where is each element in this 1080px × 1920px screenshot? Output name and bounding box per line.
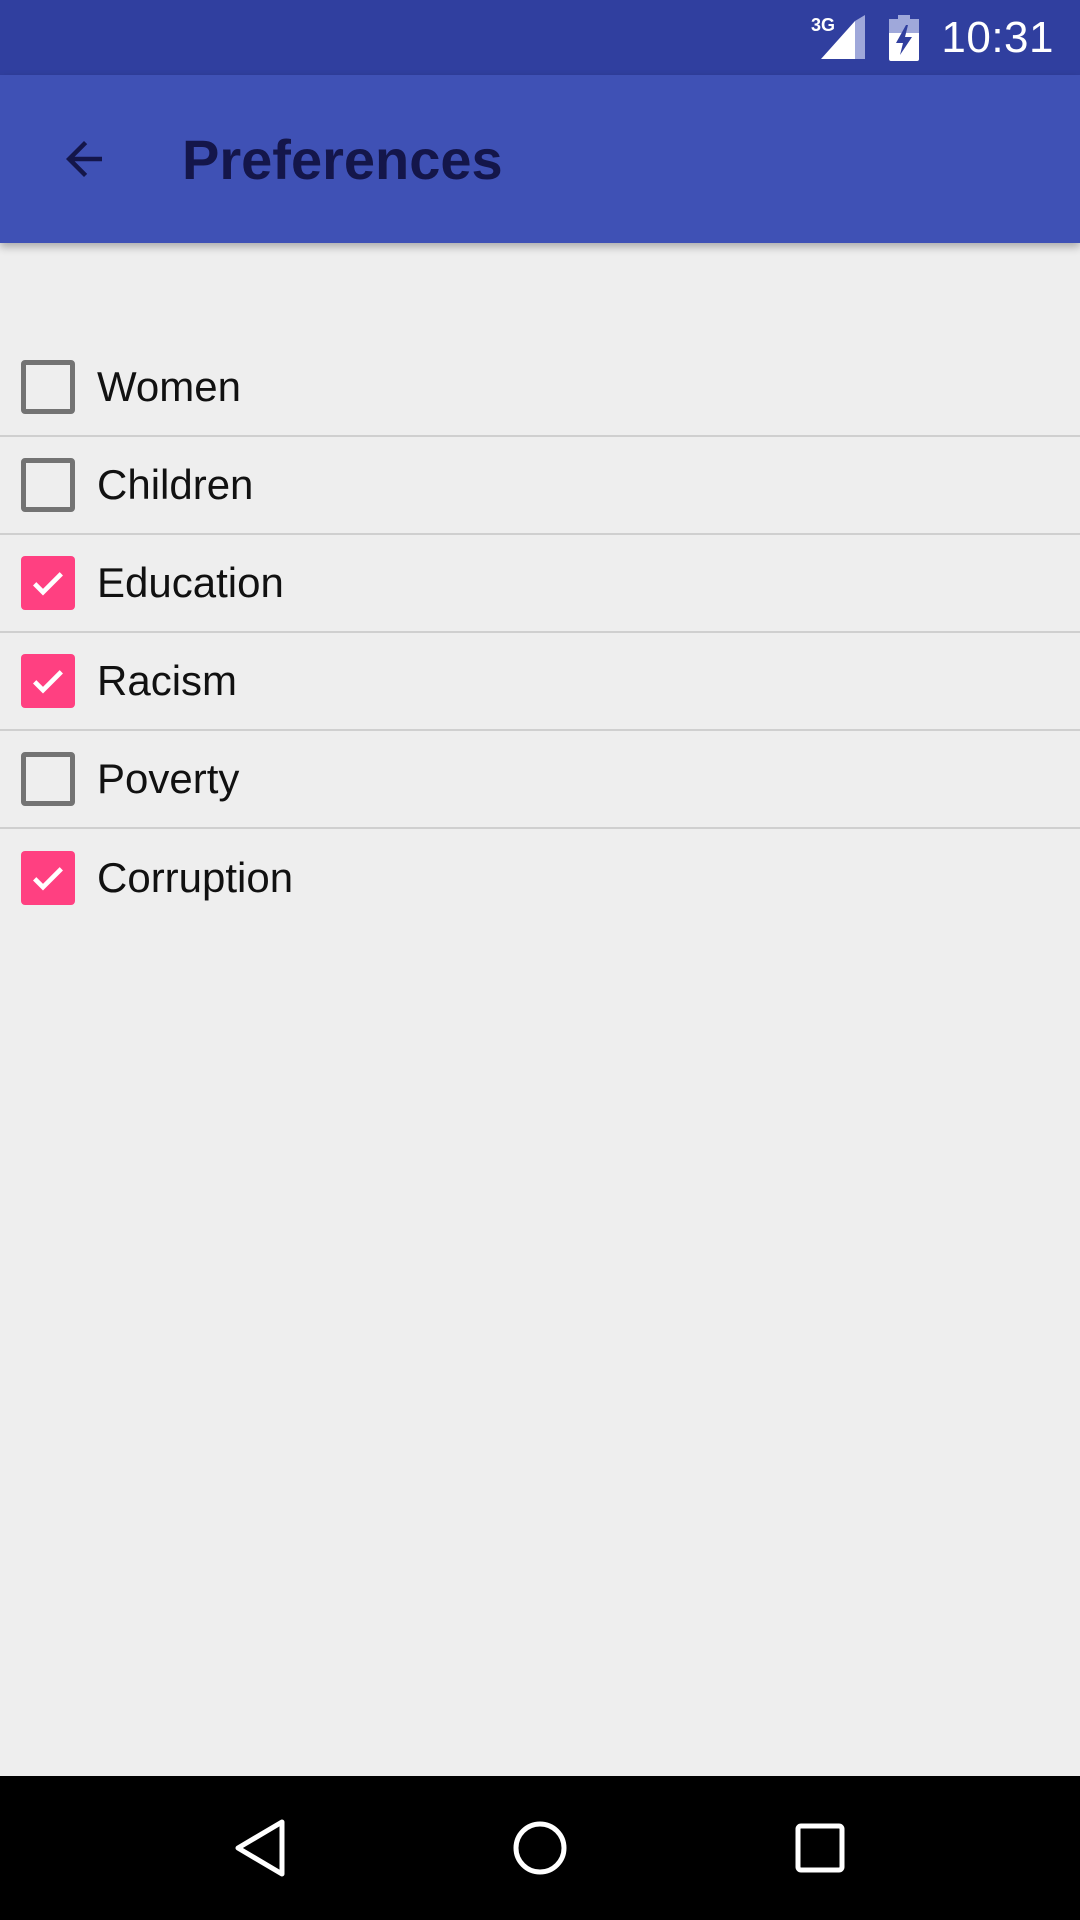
page-title: Preferences [182,127,503,191]
checkmark-icon [33,572,63,596]
nav-recents-button[interactable] [760,1788,880,1908]
signal-3g-icon: 3G [811,14,867,61]
preference-label: Poverty [97,755,240,802]
preference-item-corruption[interactable]: Corruption [0,829,1080,927]
checkbox[interactable] [21,851,75,905]
svg-text:3G: 3G [811,15,835,35]
preference-label: Racism [97,657,238,704]
clock: 10:31 [941,12,1054,62]
checkbox[interactable] [21,654,75,708]
checkbox[interactable] [21,556,75,610]
preference-item-women[interactable]: Women [0,339,1080,437]
checkbox[interactable] [21,458,75,512]
nav-recents-icon [795,1823,845,1873]
preference-label: Education [97,559,284,606]
preference-label: Corruption [97,854,294,901]
preference-label: Women [97,363,241,410]
preference-item-children[interactable]: Children [0,437,1080,535]
preference-item-poverty[interactable]: Poverty [0,731,1080,829]
navigation-bar [0,1776,1080,1920]
back-button[interactable] [24,99,144,219]
nav-home-icon [513,1821,567,1875]
nav-home-button[interactable] [480,1788,600,1908]
battery-charging-icon [889,14,920,61]
preference-item-education[interactable]: Education [0,535,1080,633]
arrow-back-icon [66,141,102,177]
nav-back-button[interactable] [200,1788,320,1908]
status-bar: 3G 10:31 [0,0,1080,75]
nav-back-icon [235,1819,285,1877]
preference-item-racism[interactable]: Racism [0,633,1080,731]
preferences-list: Women Children Education Racism Poverty … [0,339,1080,927]
checkbox[interactable] [21,752,75,806]
checkmark-icon [33,867,63,891]
app-bar: Preferences [0,75,1080,243]
preference-label: Children [97,461,254,508]
checkmark-icon [33,670,63,694]
checkbox[interactable] [21,360,75,414]
